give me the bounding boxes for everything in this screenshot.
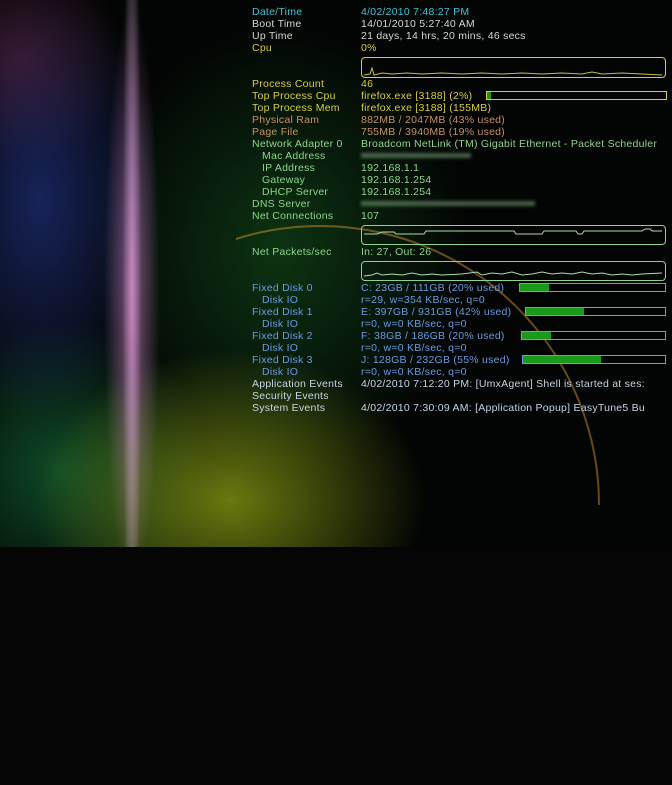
label: Disk IO	[262, 318, 299, 330]
value: 882MB / 2047MB (43% used)	[361, 114, 505, 126]
label: DNS Server	[252, 198, 311, 210]
label: Boot Time	[252, 18, 302, 30]
value: r=29, w=354 KB/sec, q=0	[361, 294, 485, 306]
label: Disk IO	[262, 342, 299, 354]
bar-fill	[487, 92, 491, 99]
value: J: 128GB / 232GB (55% used)	[361, 354, 510, 366]
bar-fill	[526, 308, 585, 315]
label: Fixed Disk 0	[252, 282, 313, 294]
label: Top Process Cpu	[252, 90, 336, 102]
label: Fixed Disk 3	[252, 354, 313, 366]
value: 755MB / 3940MB (19% used)	[361, 126, 505, 138]
label: Fixed Disk 1	[252, 306, 313, 318]
label: Disk IO	[262, 366, 299, 378]
label: Disk IO	[262, 294, 299, 306]
redacted-value	[361, 201, 535, 206]
value: 46	[361, 78, 374, 90]
top-cpu-bar	[486, 91, 667, 100]
net-packets-graph-line	[363, 271, 663, 277]
net-connections-graph-line	[364, 228, 662, 235]
net-connections-graph	[361, 225, 666, 245]
value: r=0, w=0 KB/sec, q=0	[361, 342, 467, 354]
value: 4/02/2010 7:48:27 PM	[361, 6, 470, 18]
value: 0%	[361, 42, 377, 54]
disk-usage-bar	[519, 283, 666, 292]
value: F: 38GB / 186GB (20% used)	[361, 330, 505, 342]
cpu-graph	[361, 57, 666, 78]
net-packets-graph	[361, 261, 666, 281]
value: 192.168.1.254	[361, 174, 432, 186]
value: firefox.exe [3188] (2%)	[361, 90, 473, 102]
disk-usage-bar	[521, 331, 666, 340]
label: Top Process Mem	[252, 102, 340, 114]
value: r=0, w=0 KB/sec, q=0	[361, 318, 467, 330]
disk-usage-bar	[525, 307, 666, 316]
value: 14/01/2010 5:27:40 AM	[361, 18, 475, 30]
cpu-graph-line	[363, 66, 663, 76]
bar-fill	[523, 356, 602, 363]
label: Date/Time	[252, 6, 303, 18]
label: IP Address	[262, 162, 316, 174]
value: 107	[361, 210, 380, 222]
label: Security Events	[252, 390, 329, 402]
label: DHCP Server	[262, 186, 329, 198]
label: Network Adapter 0	[252, 138, 343, 150]
disk-usage-bar	[522, 355, 666, 364]
label: Net Packets/sec	[252, 246, 332, 258]
label: Fixed Disk 2	[252, 330, 313, 342]
bar-fill	[520, 284, 549, 291]
value: 192.168.1.1	[361, 162, 420, 174]
value: In: 27, Out: 26	[361, 246, 432, 258]
value: r=0, w=0 KB/sec, q=0	[361, 366, 467, 378]
value: E: 397GB / 931GB (42% used)	[361, 306, 512, 318]
value: C: 23GB / 111GB (20% used)	[361, 282, 505, 294]
value: firefox.exe [3188] (155MB)	[361, 102, 492, 114]
label: Net Connections	[252, 210, 334, 222]
label: System Events	[252, 402, 326, 414]
label: Process Count	[252, 78, 325, 90]
label: Page File	[252, 126, 299, 138]
label: Physical Ram	[252, 114, 320, 126]
label: Cpu	[252, 42, 273, 54]
value: 192.168.1.254	[361, 186, 432, 198]
label: Up Time	[252, 30, 293, 42]
label: Mac Address	[262, 150, 326, 162]
value: 21 days, 14 hrs, 20 mins, 46 secs	[361, 30, 526, 42]
value: 4/02/2010 7:12:20 PM: [UmxAgent] Shell i…	[361, 378, 645, 390]
label: Gateway	[262, 174, 306, 186]
label: Application Events	[252, 378, 343, 390]
bar-fill	[522, 332, 551, 339]
value: 4/02/2010 7:30:09 AM: [Application Popup…	[361, 402, 645, 414]
value: Broadcom NetLink (TM) Gigabit Ethernet -…	[361, 138, 658, 150]
redacted-value	[361, 153, 471, 158]
